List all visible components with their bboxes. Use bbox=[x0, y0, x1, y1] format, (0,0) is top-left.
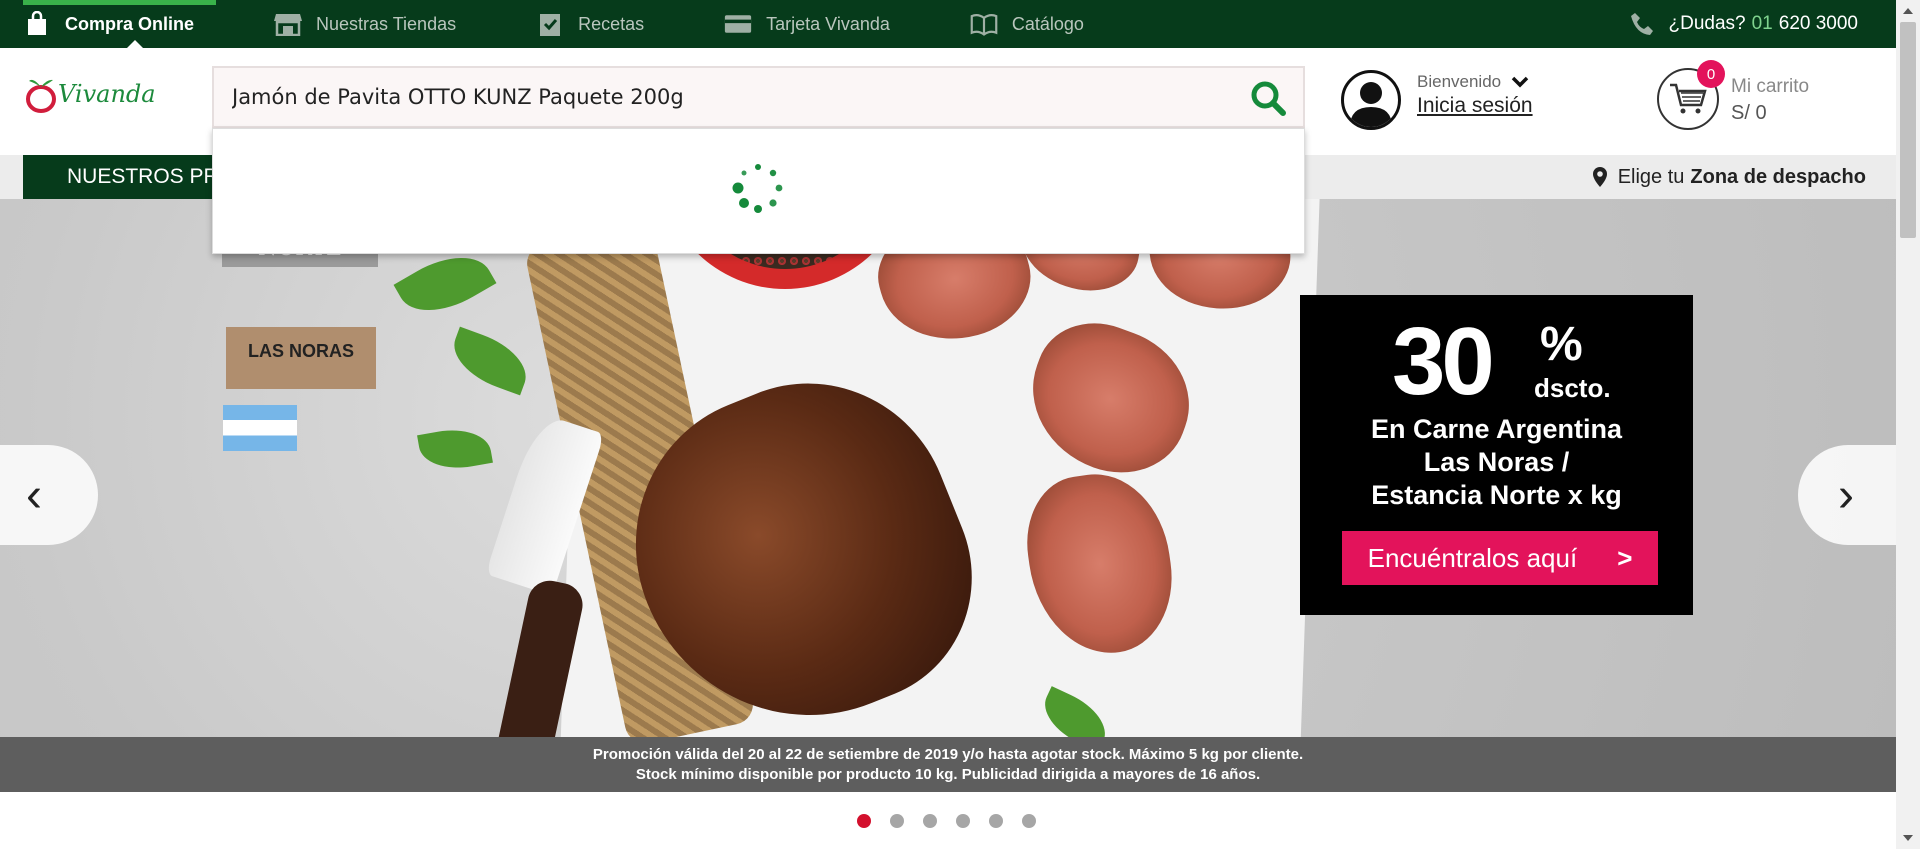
promo-legal-text: Promoción válida del 20 al 22 de setiemb… bbox=[0, 737, 1896, 792]
legal-line-2: Stock mínimo disponible por producto 10 … bbox=[635, 766, 1261, 783]
carousel-dot[interactable] bbox=[890, 814, 904, 828]
cart-icon-wrap: 0 bbox=[1657, 60, 1725, 130]
carousel-dot[interactable] bbox=[956, 814, 970, 828]
help-number: 620 3000 bbox=[1778, 13, 1858, 34]
promo-dscto: dscto. bbox=[1534, 373, 1611, 403]
carousel-dot[interactable] bbox=[1022, 814, 1036, 828]
promo-line-2: Las Noras / bbox=[1423, 447, 1570, 477]
top-nav: Compra Online Nuestras Tiendas Recetas T… bbox=[23, 0, 1142, 48]
login-link[interactable]: Inicia sesión bbox=[1417, 94, 1533, 118]
scroll-down-arrow[interactable] bbox=[1903, 835, 1913, 841]
topnav-label: Catálogo bbox=[1011, 13, 1084, 34]
topnav-label: Compra Online bbox=[65, 13, 195, 34]
checklist-icon bbox=[536, 11, 564, 37]
topnav-catalogo[interactable]: Catálogo bbox=[948, 0, 1106, 48]
search-input[interactable] bbox=[232, 68, 1212, 126]
nuestros-productos-button[interactable]: NUESTROS PRODUCTOS bbox=[23, 155, 213, 199]
carousel-dot[interactable] bbox=[857, 814, 871, 828]
logo-text: Vivanda bbox=[58, 80, 156, 108]
help-prefix: 01 bbox=[1751, 13, 1773, 34]
welcome-dropdown[interactable]: Bienvenido bbox=[1417, 72, 1533, 92]
chevron-right-icon: › bbox=[1838, 468, 1854, 522]
welcome-label: Bienvenido bbox=[1417, 72, 1502, 91]
zone-prefix: Elige tu bbox=[1617, 165, 1685, 188]
promo-percent: 30 bbox=[1392, 308, 1495, 415]
top-bar: Compra Online Nuestras Tiendas Recetas T… bbox=[0, 0, 1896, 48]
promo-title: En Carne Argentina Las Noras / Estancia … bbox=[1300, 413, 1693, 512]
shopping-cart-icon bbox=[1670, 83, 1707, 114]
argentina-flag bbox=[223, 405, 297, 451]
topnav-label: Recetas bbox=[578, 13, 645, 34]
help-question: ¿Dudas? bbox=[1668, 13, 1746, 34]
las-noras-logo: LAS NORAS bbox=[226, 327, 376, 389]
topnav-label: Tarjeta Vivanda bbox=[766, 13, 890, 34]
promo-percent-symbol: % bbox=[1540, 318, 1583, 371]
open-book-icon bbox=[970, 11, 998, 37]
zone-bold: Zona de despacho bbox=[1690, 165, 1866, 188]
page-scrollbar[interactable] bbox=[1896, 0, 1920, 849]
cart-label: Mi carrito bbox=[1731, 76, 1810, 97]
credit-card-icon bbox=[724, 11, 752, 37]
store-icon bbox=[274, 11, 303, 37]
topnav-tarjeta-vivanda[interactable]: Tarjeta Vivanda bbox=[702, 0, 912, 48]
cart-total: S/ 0 bbox=[1731, 102, 1767, 124]
legal-line-1: Promoción válida del 20 al 22 de setiemb… bbox=[592, 746, 1304, 763]
phone-icon bbox=[1629, 11, 1655, 37]
scroll-up-arrow[interactable] bbox=[1903, 8, 1913, 14]
cart-text: Mi carrito S/ 0 bbox=[1731, 76, 1809, 130]
topnav-label: Nuestras Tiendas bbox=[316, 13, 457, 34]
nuestros-productos-label: NUESTROS PRODUCTOS bbox=[67, 165, 213, 188]
page: Compra Online Nuestras Tiendas Recetas T… bbox=[0, 0, 1920, 849]
promo-box: 30 % dscto. En Carne Argentina Las Noras… bbox=[1300, 295, 1693, 615]
cart[interactable]: 0 Mi carrito S/ 0 bbox=[1657, 60, 1809, 130]
search-suggestions-dropdown bbox=[212, 128, 1305, 254]
topnav-nuestras-tiendas[interactable]: Nuestras Tiendas bbox=[252, 0, 478, 48]
search-icon bbox=[1251, 81, 1286, 116]
user-icon bbox=[1350, 82, 1392, 127]
user-text: Bienvenido Inicia sesión bbox=[1417, 72, 1533, 130]
promo-line-3: Estancia Norte x kg bbox=[1371, 480, 1622, 510]
search-box bbox=[212, 66, 1305, 128]
vivanda-logo[interactable]: Vivanda bbox=[25, 74, 156, 114]
shopping-bag-icon bbox=[23, 11, 51, 37]
help-phone[interactable]: ¿Dudas? 01 620 3000 bbox=[1629, 0, 1858, 48]
chevron-down-icon bbox=[1511, 76, 1529, 88]
loading-spinner-icon bbox=[732, 164, 783, 213]
carousel-dot[interactable] bbox=[923, 814, 937, 828]
avatar[interactable] bbox=[1341, 70, 1401, 130]
search-button[interactable] bbox=[1249, 80, 1289, 116]
topnav-recetas[interactable]: Recetas bbox=[514, 0, 666, 48]
hero-banner[interactable]: ESTANCIA NORTE LAS NORAS 30 % dscto. En … bbox=[0, 199, 1896, 792]
chevron-left-icon: ‹ bbox=[26, 468, 42, 522]
promo-cta-button[interactable]: Encuéntralos aquí > bbox=[1342, 531, 1658, 585]
map-pin-icon bbox=[1592, 167, 1607, 187]
promo-cta-arrow: > bbox=[1617, 542, 1633, 573]
carousel-dots bbox=[857, 814, 1055, 828]
cart-count-badge: 0 bbox=[1697, 60, 1725, 88]
carousel-prev-button[interactable]: ‹ bbox=[0, 445, 98, 545]
promo-cta-label: Encuéntralos aquí bbox=[1367, 542, 1578, 573]
promo-line-1: En Carne Argentina bbox=[1370, 414, 1623, 444]
user-account: Bienvenido Inicia sesión bbox=[1341, 70, 1533, 130]
carousel-dot[interactable] bbox=[989, 814, 1003, 828]
logo-fruit-icon bbox=[26, 79, 56, 113]
carousel-next-button[interactable]: › bbox=[1798, 445, 1896, 545]
delivery-zone-link[interactable]: Elige tu Zona de despacho bbox=[1592, 155, 1866, 199]
topnav-compra-online[interactable]: Compra Online bbox=[23, 0, 217, 48]
scroll-thumb[interactable] bbox=[1900, 22, 1916, 238]
